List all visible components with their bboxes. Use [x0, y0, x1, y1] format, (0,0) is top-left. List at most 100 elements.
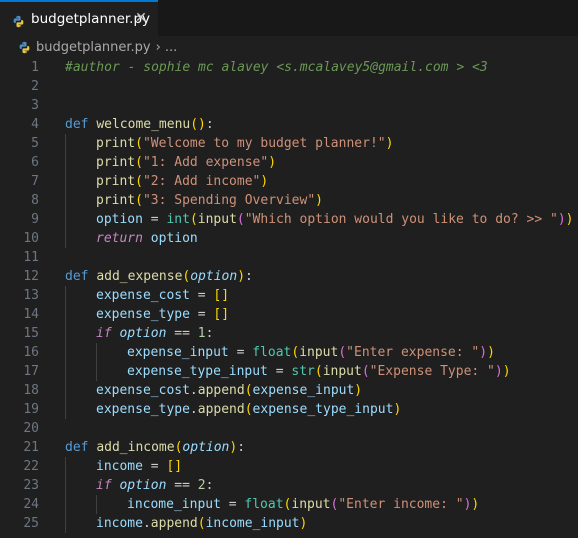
code-line[interactable]: 1 #author - sophie mc alavey <s.mcalavey5… [0, 58, 578, 77]
code-line[interactable]: 25 income.append(income_input) [0, 514, 578, 533]
code-text: expense_cost.append(expense_input) [96, 381, 362, 400]
code-line[interactable]: 2 [0, 77, 578, 96]
close-icon[interactable]: ✕ [132, 9, 150, 27]
indent-guide [65, 495, 66, 514]
breadcrumb-file[interactable]: budgetplanner.py [36, 40, 151, 55]
code-token: = [189, 307, 214, 322]
python-icon [18, 41, 31, 54]
code-token: ( [189, 212, 198, 227]
indent-guide [65, 381, 66, 400]
python-icon [12, 13, 25, 27]
code-token: ) [268, 155, 277, 170]
code-token: expense_type_input [252, 402, 394, 417]
code-line[interactable]: 24 income_input = float(input("Enter inco… [0, 495, 578, 514]
code-token: ) [479, 345, 488, 360]
code-text: if option == 2: [96, 476, 213, 495]
code-token: ( [135, 193, 143, 208]
code-line[interactable]: 23 if option == 2: [0, 476, 578, 495]
code-token: option [190, 269, 238, 284]
indent-guide [65, 514, 66, 533]
code-token: ( [244, 383, 253, 398]
code-token: print [96, 155, 136, 170]
code-line[interactable]: 14 expense_type = [] [0, 305, 578, 324]
code-token: ) [385, 136, 394, 151]
code-token: int [166, 212, 190, 227]
code-token: expense_type [96, 402, 190, 417]
indent-guide [65, 191, 66, 210]
code-token: def [65, 440, 89, 455]
code-token: income [96, 459, 143, 474]
line-number: 11 [23, 250, 39, 265]
code-line[interactable]: 13 expense_cost = [] [0, 286, 578, 305]
line-number: 2 [31, 79, 39, 94]
code-text: print("3: Spending Overview") [96, 191, 323, 210]
code-line[interactable]: 6 print("1: Add expense") [0, 153, 578, 172]
code-line[interactable]: 19 expense_type.append(expense_type_input… [0, 400, 578, 419]
line-number: 13 [23, 288, 39, 303]
code-line[interactable]: 7 print("2: Add income") [0, 172, 578, 191]
code-token: = [142, 212, 167, 227]
indent-guide [65, 476, 66, 495]
code-line[interactable]: 21 def add_income(option): [0, 438, 578, 457]
code-token: ) [494, 364, 503, 379]
line-number: 6 [31, 155, 39, 170]
code-line[interactable]: 17 expense_type_input = str(input("Expens… [0, 362, 578, 381]
code-token: input [322, 364, 362, 379]
code-token: "2: Add income" [142, 174, 261, 189]
code-editor[interactable]: 1 #author - sophie mc alavey <s.mcalavey5… [0, 58, 578, 538]
breadcrumb-symbols[interactable]: ... [165, 40, 177, 55]
line-number: 9 [31, 212, 39, 227]
code-token: option [96, 212, 143, 227]
code-line[interactable]: 20 [0, 419, 578, 438]
code-token: ) [471, 497, 480, 512]
line-number: 8 [31, 193, 39, 208]
code-line[interactable]: 9 option = int(input("Which option would … [0, 210, 578, 229]
code-line[interactable]: 11 [0, 248, 578, 267]
code-line[interactable]: 8 print("3: Spending Overview") [0, 191, 578, 210]
code-text: option = int(input("Which option would y… [96, 210, 573, 229]
code-token: if [96, 478, 112, 493]
code-token: () [190, 117, 206, 132]
line-number: 22 [23, 459, 39, 474]
code-token: = [142, 459, 167, 474]
indent-guide [96, 362, 97, 381]
code-token: ) [557, 212, 566, 227]
breadcrumb: budgetplanner.py › ... [0, 36, 578, 58]
code-token: ) [354, 383, 363, 398]
indent-guide [96, 343, 97, 362]
line-number: 21 [23, 440, 39, 455]
code-text: income_input = float(input("Enter income… [127, 495, 479, 514]
code-token: add_expense [96, 269, 183, 284]
line-number: 25 [23, 516, 39, 531]
code-line[interactable]: 16 expense_input = float(input("Enter exp… [0, 343, 578, 362]
code-line[interactable]: 22 income = [] [0, 457, 578, 476]
code-text: print("Welcome to my budget planner!") [96, 134, 393, 153]
code-text: if option == 1: [96, 324, 213, 343]
tab-budgetplanner[interactable]: budgetplanner.py ✕ [0, 0, 158, 36]
code-text: expense_type_input = str(input("Expense … [127, 362, 511, 381]
code-line[interactable]: 10 return option [0, 229, 578, 248]
indent-guide [65, 134, 66, 153]
code-token: #author - sophie mc alavey <s.mcalavey5@… [65, 60, 488, 75]
code-token: [] [213, 307, 230, 322]
code-token: print [96, 136, 136, 151]
code-line[interactable]: 4 def welcome_menu(): [0, 115, 578, 134]
line-number: 17 [23, 364, 39, 379]
code-text: expense_cost = [] [96, 286, 229, 305]
code-token: ( [236, 212, 245, 227]
code-token: . [142, 516, 151, 531]
line-number: 12 [23, 269, 39, 284]
code-token: : [205, 117, 214, 132]
code-line[interactable]: 5 print("Welcome to my budget planner!") [0, 134, 578, 153]
code-line[interactable]: 12 def add_expense(option): [0, 267, 578, 286]
indent-guide [65, 305, 66, 324]
code-line[interactable]: 15 if option == 1: [0, 324, 578, 343]
code-line[interactable]: 3 [0, 96, 578, 115]
line-number: 20 [23, 421, 39, 436]
line-number: 24 [23, 497, 39, 512]
code-text: def welcome_menu(): [65, 115, 214, 134]
code-line[interactable]: 18 expense_cost.append(expense_input) [0, 381, 578, 400]
code-token: def [65, 269, 89, 284]
code-text: print("1: Add expense") [96, 153, 276, 172]
